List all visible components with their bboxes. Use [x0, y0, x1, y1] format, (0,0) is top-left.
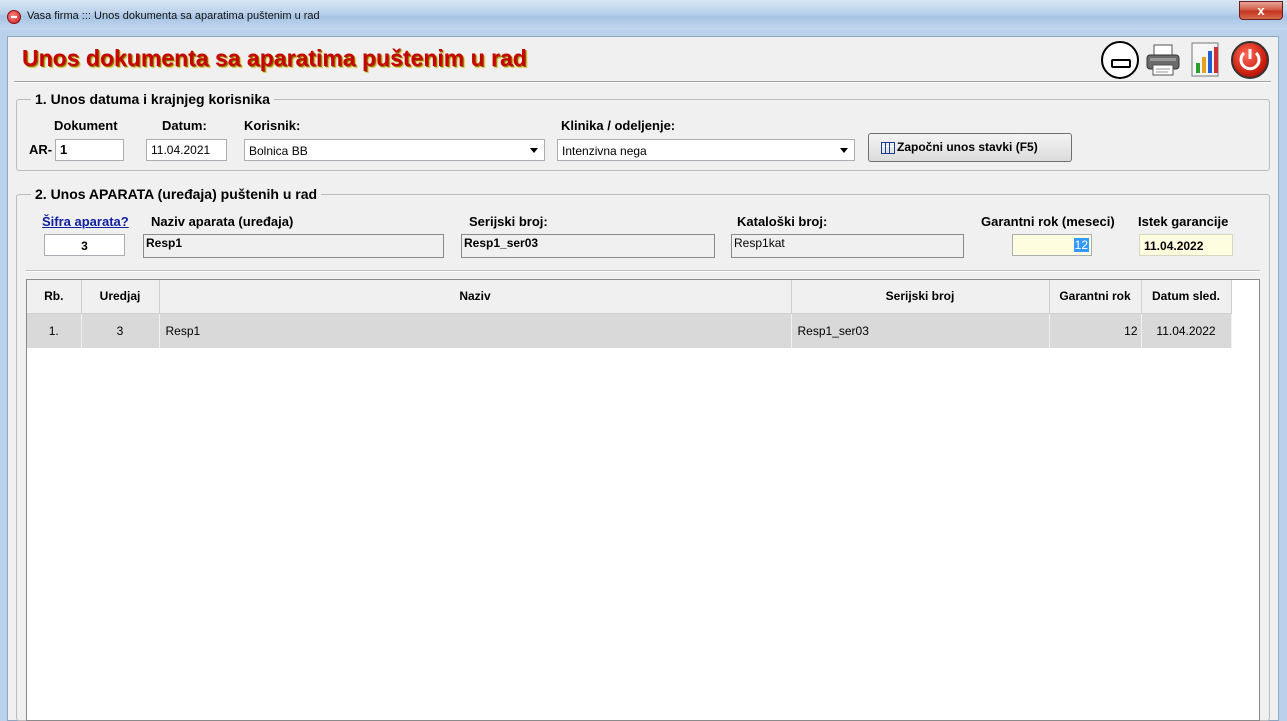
datum-input[interactable]: 11.04.2021 — [146, 139, 227, 161]
cell-serijski-broj[interactable]: Resp1_ser03 — [791, 313, 1050, 348]
items-table: Rb. Uredjaj Naziv Serijski broj Garantni… — [27, 280, 1232, 348]
header-divider — [14, 81, 1271, 83]
items-grid[interactable]: Rb. Uredjaj Naziv Serijski broj Garantni… — [26, 279, 1260, 721]
section2-divider — [26, 270, 1260, 272]
garantni-rok-label: Garantni rok (meseci) — [981, 214, 1115, 229]
dokument-label: Dokument — [54, 118, 118, 133]
sifra-aparata-input[interactable]: 3 — [44, 234, 125, 256]
column-header-uredjaj[interactable]: Uredjaj — [81, 280, 160, 314]
istek-garancije-label: Istek garancije — [1138, 214, 1229, 229]
minimize-icon[interactable] — [1101, 41, 1139, 79]
dokument-prefix: AR- — [29, 142, 53, 157]
istek-garancije-field: 11.04.2022 — [1139, 234, 1233, 256]
naziv-aparata-field: Resp1 — [143, 234, 444, 258]
section2-legend: 2. Unos APARATA (uređaja) puštenih u rad — [31, 186, 322, 202]
table-header-row: Rb. Uredjaj Naziv Serijski broj Garantni… — [27, 280, 1232, 314]
window-title: Vasa firma ::: Unos dokumenta sa aparati… — [27, 10, 320, 22]
cell-naziv[interactable]: Resp1 — [159, 313, 792, 348]
datum-label: Datum: — [162, 118, 207, 133]
klinika-select[interactable]: Intenzivna nega — [557, 139, 855, 161]
cell-garantni-rok[interactable]: 12 — [1049, 313, 1142, 348]
korisnik-select[interactable]: Bolnica BB — [244, 139, 545, 161]
column-header-naziv[interactable]: Naziv — [159, 280, 792, 314]
garantni-rok-input[interactable]: 12 — [1012, 234, 1092, 256]
window-close-button[interactable]: x — [1239, 1, 1283, 20]
garantni-rok-value: 12 — [1073, 238, 1089, 252]
kataloski-broj-label: Kataloški broj: — [737, 214, 828, 229]
table-row[interactable]: 1. 3 Resp1 Resp1_ser03 12 11.04.2022 — [27, 313, 1232, 348]
column-header-garantni-rok[interactable]: Garantni rok — [1049, 280, 1142, 314]
cell-rb[interactable]: 1. — [27, 313, 82, 348]
start-entry-button[interactable]: Započni unos stavki (F5) — [868, 133, 1072, 162]
chevron-down-icon[interactable] — [530, 148, 538, 153]
serijski-broj-field: Resp1_ser03 — [461, 234, 715, 258]
dokument-input[interactable]: 1 — [55, 139, 124, 161]
klinika-select-value: Intenzivna nega — [562, 144, 647, 158]
app-icon — [7, 10, 21, 24]
naziv-aparata-label: Naziv aparata (uređaja) — [151, 214, 294, 229]
printer-icon[interactable] — [1144, 41, 1182, 79]
table-icon — [881, 142, 895, 154]
column-header-rb[interactable]: Rb. — [27, 280, 82, 314]
column-header-datum-sled[interactable]: Datum sled. — [1141, 280, 1232, 314]
power-icon[interactable] — [1231, 41, 1269, 79]
cell-datum-sled[interactable]: 11.04.2022 — [1141, 313, 1232, 348]
page-title: Unos dokumenta sa aparatima puštenim u r… — [22, 45, 527, 71]
report-chart-icon[interactable] — [1187, 41, 1225, 79]
chevron-down-icon[interactable] — [840, 148, 848, 153]
start-entry-button-label: Započni unos stavki (F5) — [897, 140, 1038, 154]
klinika-label: Klinika / odeljenje: — [561, 118, 676, 133]
korisnik-select-value: Bolnica BB — [249, 144, 308, 158]
section1-legend: 1. Unos datuma i krajnjeg korisnika — [31, 91, 274, 107]
window-titlebar: Vasa firma ::: Unos dokumenta sa aparati… — [0, 0, 1287, 30]
korisnik-label: Korisnik: — [244, 118, 301, 133]
cell-uredjaj[interactable]: 3 — [81, 313, 160, 348]
serijski-broj-label: Serijski broj: — [469, 214, 548, 229]
column-header-serijski-broj[interactable]: Serijski broj — [791, 280, 1050, 314]
sifra-aparata-link[interactable]: Šifra aparata? — [42, 214, 129, 229]
kataloski-broj-field: Resp1kat — [731, 234, 964, 258]
